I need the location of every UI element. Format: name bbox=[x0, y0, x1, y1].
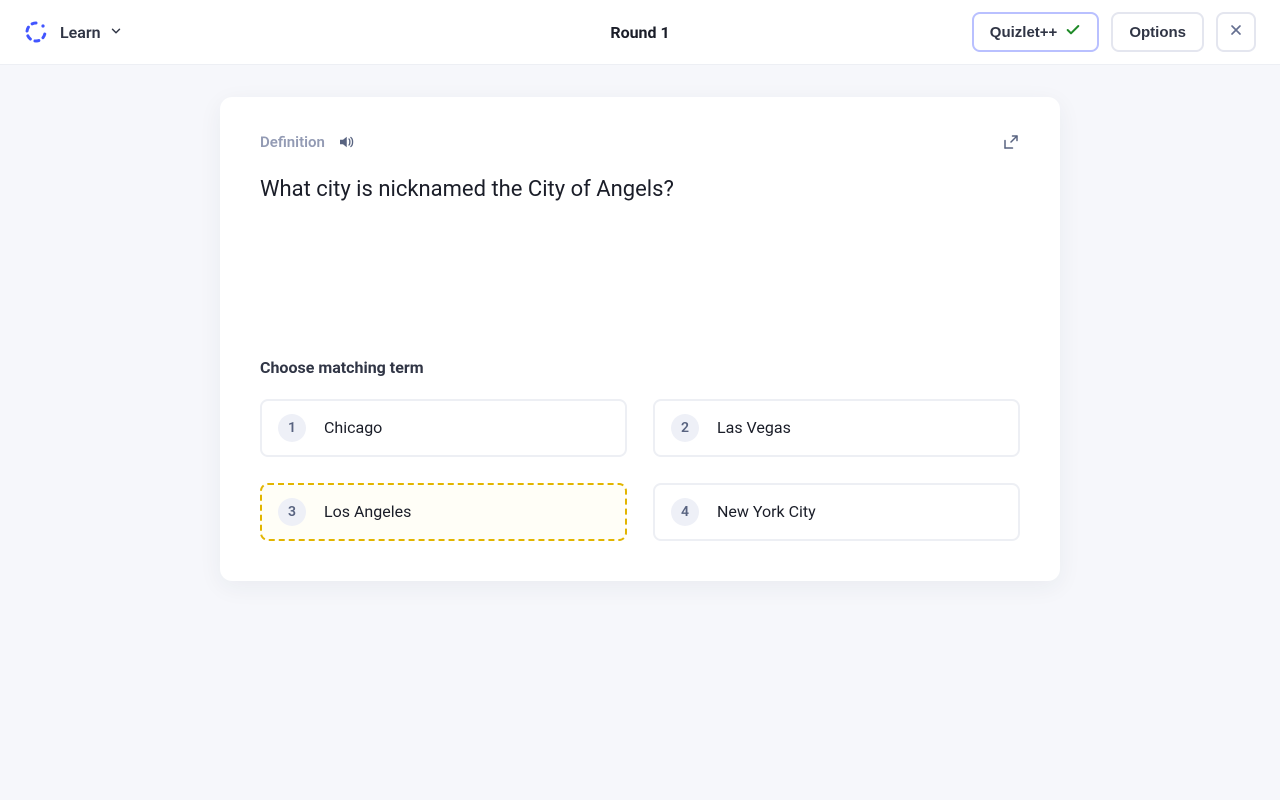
mode-label: Learn bbox=[60, 23, 101, 42]
chevron-down-icon bbox=[109, 23, 123, 42]
expand-icon[interactable] bbox=[1002, 133, 1020, 151]
choice-key: 3 bbox=[278, 498, 306, 526]
choice-key: 2 bbox=[671, 414, 699, 442]
section-row: Definition bbox=[260, 133, 355, 151]
choice-3[interactable]: 3 Los Angeles bbox=[260, 483, 627, 541]
choice-text: Los Angeles bbox=[324, 502, 411, 521]
header-right: Quizlet++ Options bbox=[972, 12, 1256, 52]
question-text: What city is nicknamed the City of Angel… bbox=[260, 175, 1020, 206]
choice-text: Las Vegas bbox=[717, 418, 791, 437]
choice-1[interactable]: 1 Chicago bbox=[260, 399, 627, 457]
close-button[interactable] bbox=[1216, 12, 1256, 52]
choice-key: 4 bbox=[671, 498, 699, 526]
audio-icon[interactable] bbox=[337, 133, 355, 151]
app-header: Learn Round 1 Quizlet++ Options bbox=[0, 0, 1280, 65]
choice-text: Chicago bbox=[324, 418, 382, 437]
choices-grid: 1 Chicago 2 Las Vegas 3 Los Angeles 4 Ne… bbox=[260, 399, 1020, 541]
section-label: Definition bbox=[260, 133, 325, 151]
check-icon bbox=[1065, 22, 1081, 42]
close-icon bbox=[1228, 22, 1244, 43]
upgrade-label: Quizlet++ bbox=[990, 24, 1058, 41]
page-title: Round 1 bbox=[610, 23, 669, 42]
brand-logo bbox=[24, 20, 48, 44]
options-button[interactable]: Options bbox=[1111, 12, 1204, 52]
instruction-text: Choose matching term bbox=[260, 358, 1020, 377]
options-label: Options bbox=[1129, 24, 1186, 41]
card-top-row: Definition bbox=[260, 133, 1020, 151]
header-left: Learn bbox=[24, 20, 123, 44]
choice-2[interactable]: 2 Las Vegas bbox=[653, 399, 1020, 457]
upgrade-button[interactable]: Quizlet++ bbox=[972, 12, 1100, 52]
question-card: Definition What city is nicknamed the Ci… bbox=[220, 97, 1060, 581]
mode-dropdown[interactable]: Learn bbox=[60, 23, 123, 42]
choice-text: New York City bbox=[717, 502, 816, 521]
choice-4[interactable]: 4 New York City bbox=[653, 483, 1020, 541]
stage: Definition What city is nicknamed the Ci… bbox=[0, 65, 1280, 581]
choice-key: 1 bbox=[278, 414, 306, 442]
